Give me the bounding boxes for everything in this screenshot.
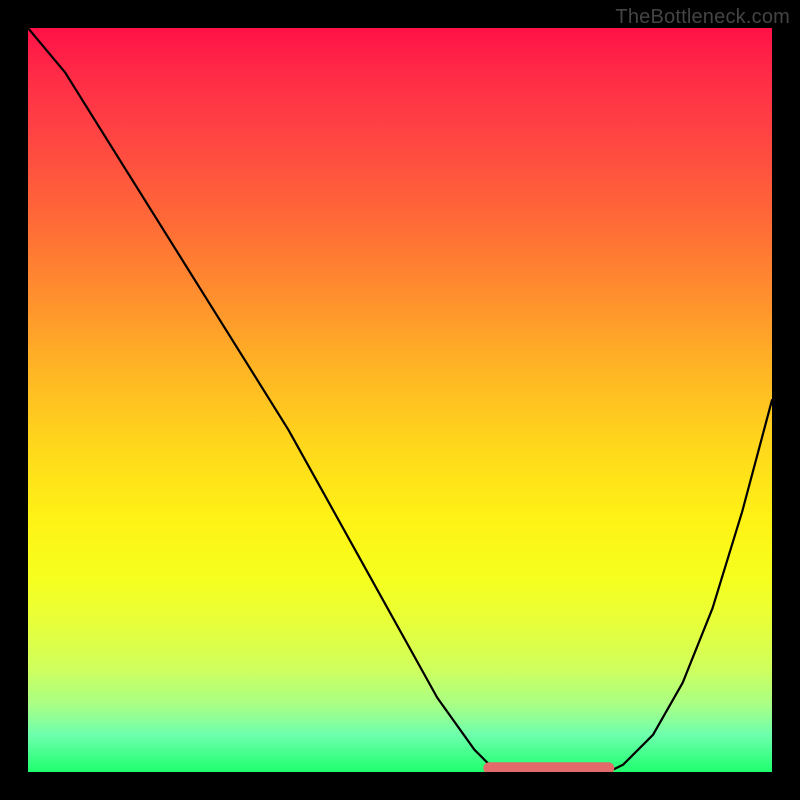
bottleneck-curve <box>28 28 772 772</box>
chart-frame: TheBottleneck.com <box>0 0 800 800</box>
curve-layer <box>28 28 772 772</box>
plot-area <box>28 28 772 772</box>
watermark-label: TheBottleneck.com <box>615 6 790 29</box>
